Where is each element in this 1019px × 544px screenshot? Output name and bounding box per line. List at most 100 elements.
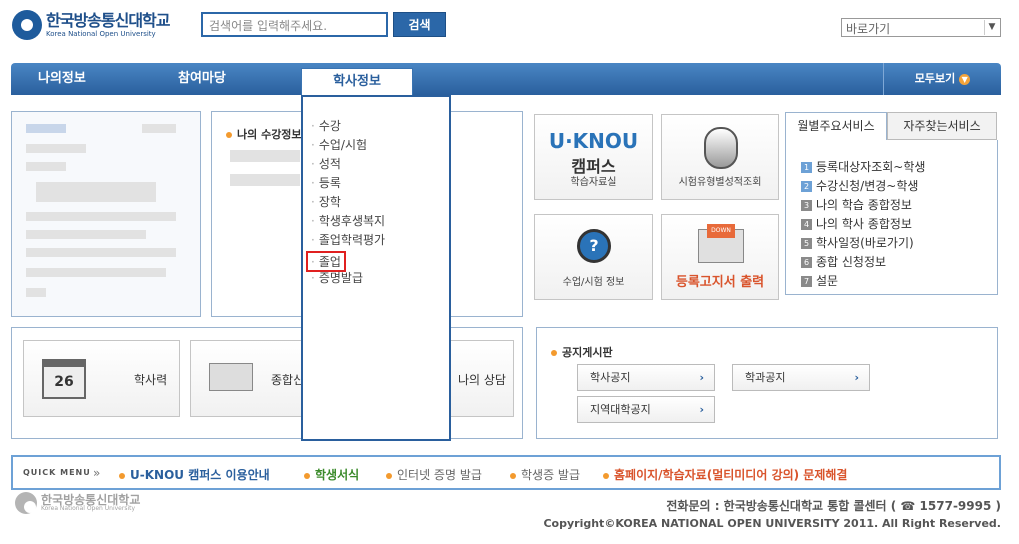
- service-label: 종합 신청정보: [816, 255, 887, 269]
- service-item[interactable]: 2 수강신청/변경~학생: [801, 177, 918, 194]
- menu-item-welfare[interactable]: 학생후생복지: [311, 212, 385, 229]
- service-item[interactable]: 3 나의 학습 종합정보: [801, 196, 912, 213]
- num-2-icon: 2: [801, 181, 812, 192]
- num-7-icon: 7: [801, 276, 812, 287]
- service-label: 나의 학사 종합정보: [816, 217, 912, 231]
- quick-link-troubleshoot[interactable]: 홈페이지/학습자료(멀티미디어 강의) 문제해결: [603, 466, 847, 483]
- bullet-dot-icon: [386, 472, 392, 479]
- service-label: 설문: [816, 274, 839, 288]
- service-item[interactable]: 5 학사일정(바로가기): [801, 234, 914, 251]
- service-item[interactable]: 1 등록대상자조회~학생: [801, 158, 925, 175]
- chevron-right-icon: ›: [699, 403, 704, 416]
- my-courses-title: 나의 수강정보: [237, 128, 302, 141]
- goto-select[interactable]: 바로가기 ▼: [841, 18, 1001, 37]
- button-label: 지역대학공지: [590, 403, 651, 416]
- quick-menu-bar: QUICK MENU » U-KNOU 캠퍼스 이용안내 학생서식 인터넷 증명…: [11, 455, 1001, 490]
- view-all-label: 모두보기: [914, 72, 956, 85]
- site-logo[interactable]: 한국방송통신대학교 Korea National Open University: [12, 10, 170, 40]
- tab-frequent-services[interactable]: 자주찾는서비스: [887, 112, 997, 140]
- nav-item-participation[interactable]: 참여마당: [178, 63, 226, 95]
- chevron-down-icon: ▼: [984, 20, 999, 35]
- view-all-button[interactable]: 모두보기 ▼: [883, 63, 1001, 95]
- num-6-icon: 6: [801, 257, 812, 268]
- service-item[interactable]: 6 종합 신청정보: [801, 253, 886, 270]
- quick-link-student-id[interactable]: 학생증 발급: [510, 466, 580, 483]
- menu-item-class-exam[interactable]: 수업/시험: [311, 136, 367, 153]
- tile-label: 학습자료실: [570, 177, 617, 188]
- notice-department-button[interactable]: 학과공지 ›: [732, 364, 870, 391]
- shortcut-label: 나의 상담: [458, 373, 506, 387]
- link-label: 인터넷 증명 발급: [397, 468, 482, 482]
- chevron-right-icon: ›: [699, 371, 704, 384]
- tab-monthly-services[interactable]: 월별주요서비스: [785, 112, 887, 140]
- notice-regional-button[interactable]: 지역대학공지 ›: [577, 396, 715, 423]
- nav-item-academic-info[interactable]: 학사정보: [301, 68, 413, 98]
- logo-korean-name: 한국방송통신대학교: [46, 10, 170, 30]
- printer-icon: DOWN: [698, 224, 744, 263]
- link-label: 학생서식: [315, 468, 360, 482]
- shortcut-label: 학사력: [134, 373, 168, 387]
- button-label: 학사공지: [590, 371, 631, 384]
- footer-logo: 한국방송통신대학교 Korea National Open University: [15, 492, 140, 514]
- service-item[interactable]: 7 설문: [801, 272, 838, 289]
- headset-help-icon: ?: [577, 229, 611, 263]
- magnifier-folder-icon: [209, 363, 253, 391]
- double-chevron-icon: »: [93, 466, 101, 480]
- service-label: 학사일정(바로가기): [816, 236, 914, 250]
- link-label: 홈페이지/학습자료(멀티미디어 강의) 문제해결: [614, 468, 848, 482]
- notice-panel: 공지게시판 학사공지 › 학과공지 › 지역대학공지 ›: [536, 327, 998, 439]
- search-button[interactable]: 검색: [393, 12, 446, 37]
- tile-study-materials[interactable]: U·KNOU 캠퍼스 학습자료실: [534, 114, 653, 200]
- shortcut-label: 종합신: [271, 373, 305, 387]
- search-input[interactable]: 검색어를 입력해주세요.: [201, 12, 388, 37]
- link-label: U-KNOU 캠퍼스 이용안내: [130, 468, 270, 482]
- tile-class-exam-info[interactable]: ? 수업/시험 정보: [534, 214, 653, 300]
- quick-link-campus-guide[interactable]: U-KNOU 캠퍼스 이용안내: [119, 466, 270, 483]
- bullet-dot-icon: [304, 472, 310, 479]
- footer-copyright: Copyright©KOREA NATIONAL OPEN UNIVERSITY…: [543, 517, 1001, 530]
- num-1-icon: 1: [801, 162, 812, 173]
- academic-info-dropdown: 수강 수업/시험 성적 등록 장학 학생후생복지 졸업학력평가 졸업 증명발급: [301, 95, 451, 441]
- notice-title: 공지게시판: [562, 346, 613, 359]
- university-emblem-icon: [15, 492, 37, 514]
- tile-label: 등록고지서 출력: [675, 275, 765, 290]
- service-label: 나의 학습 종합정보: [816, 198, 912, 212]
- footer-contact: 전화문의 : 한국방송통신대학교 통합 콜센터 ( ☎ 1577-9995 ): [666, 499, 1001, 513]
- service-item[interactable]: 4 나의 학사 종합정보: [801, 215, 912, 232]
- service-label: 수강신청/변경~학생: [816, 179, 919, 193]
- chevron-right-icon: ›: [854, 371, 859, 384]
- nav-item-my-info[interactable]: 나의정보: [38, 63, 86, 95]
- down-badge: DOWN: [707, 224, 735, 238]
- menu-item-certificate[interactable]: 증명발급: [311, 269, 363, 286]
- footer-logo-english: Korea National Open University: [41, 505, 136, 512]
- notice-academic-button[interactable]: 학사공지 ›: [577, 364, 715, 391]
- goto-select-value: 바로가기: [846, 22, 891, 36]
- menu-item-scholarship[interactable]: 장학: [311, 193, 341, 210]
- mouse-icon: [704, 127, 738, 169]
- shortcut-academic-calendar[interactable]: 26 학사력: [23, 340, 180, 417]
- bullet-dot-icon: [510, 472, 516, 479]
- tile-label: 수업/시험 정보: [562, 277, 625, 288]
- tile-print-invoice[interactable]: DOWN 등록고지서 출력: [661, 214, 779, 300]
- menu-item-enrollment[interactable]: 수강: [311, 117, 341, 134]
- chevron-down-circle-icon: ▼: [959, 73, 971, 85]
- menu-item-graduation-eval[interactable]: 졸업학력평가: [311, 231, 385, 248]
- menu-item-registration[interactable]: 등록: [311, 174, 341, 191]
- button-label: 학과공지: [745, 371, 786, 384]
- tile-exam-grade[interactable]: 시험유형별성적조회: [661, 114, 779, 200]
- tile-label: 시험유형별성적조회: [678, 177, 762, 188]
- num-5-icon: 5: [801, 238, 812, 249]
- quick-link-internet-cert[interactable]: 인터넷 증명 발급: [386, 466, 482, 483]
- num-3-icon: 3: [801, 200, 812, 211]
- quick-menu-label: QUICK MENU: [23, 468, 91, 477]
- num-4-icon: 4: [801, 219, 812, 230]
- menu-item-grades[interactable]: 성적: [311, 155, 341, 172]
- logo-english-name: Korea National Open University: [46, 29, 156, 38]
- bullet-dot-icon: [119, 472, 125, 479]
- quick-link-student-forms[interactable]: 학생서식: [304, 466, 359, 483]
- calendar-icon: 26: [42, 359, 86, 399]
- bullet-dot-icon: [226, 132, 232, 138]
- service-label: 등록대상자조회~학생: [816, 160, 926, 174]
- bullet-dot-icon: [551, 350, 557, 356]
- uknou-logo: U·KNOU: [548, 129, 639, 153]
